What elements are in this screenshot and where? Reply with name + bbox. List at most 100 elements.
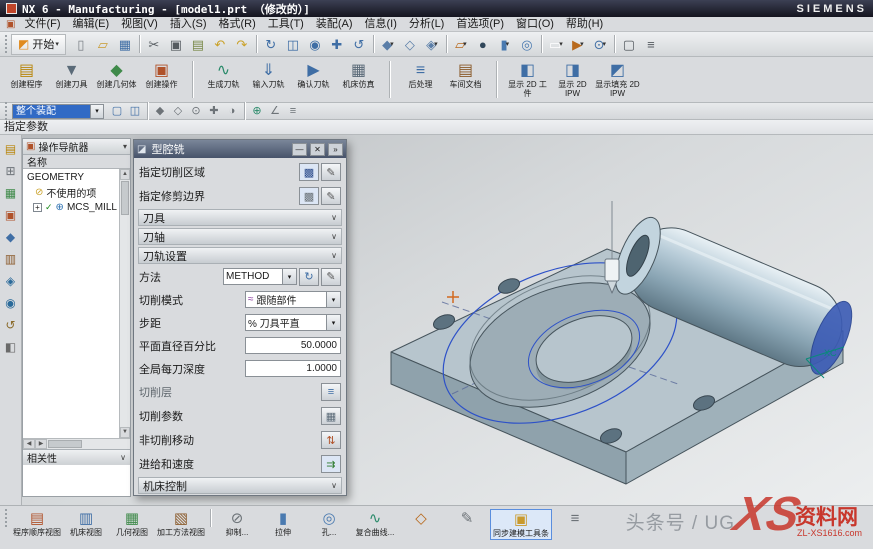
wcs-toggle-button[interactable]: ⊕ xyxy=(248,104,266,119)
window-menu-icon[interactable]: ▣ xyxy=(3,19,18,30)
edit-trim-boundary-button[interactable]: ✎ xyxy=(321,187,341,205)
postprocess-button[interactable]: ≡后处理 xyxy=(398,59,443,89)
combo-arrow-icon[interactable]: ▾ xyxy=(90,105,103,118)
menu-item-8[interactable]: 分析(L) xyxy=(403,17,450,32)
dialog-options-icon[interactable]: ◪ xyxy=(137,144,146,155)
menu-item-11[interactable]: 帮助(H) xyxy=(560,17,609,32)
save-button[interactable]: ▦ xyxy=(114,34,136,55)
tree-row-geometry-root[interactable]: GEOMETRY xyxy=(23,170,119,185)
section-chevron-icon[interactable]: ∨ xyxy=(331,251,337,260)
section-chevron-icon[interactable]: ∨ xyxy=(120,453,126,462)
percent-input[interactable]: 50.0000 xyxy=(245,337,341,354)
stepover-combo[interactable]: % 刀具平直 ▾ xyxy=(245,314,341,331)
part-navigator-button[interactable]: ▦ xyxy=(1,183,21,203)
dropdown-caret-icon[interactable]: ▾ xyxy=(559,40,563,48)
undo-button[interactable]: ↶ xyxy=(209,34,231,55)
toolbar-grip[interactable] xyxy=(5,102,8,120)
suppress-button[interactable]: ⊘抑制... xyxy=(214,509,260,538)
cutter-tool[interactable] xyxy=(605,201,619,293)
view-orient-button[interactable]: ◈▾ xyxy=(421,34,443,55)
method-combo[interactable]: METHOD ▾ xyxy=(223,268,297,285)
roles-button[interactable]: ◧ xyxy=(1,337,21,357)
dropdown-caret-icon[interactable]: ▾ xyxy=(580,40,584,48)
more-tools-button[interactable]: ≡ xyxy=(552,509,598,529)
select-within-button[interactable]: ◫ xyxy=(126,104,144,119)
more-commands-button[interactable]: ≡ xyxy=(640,34,662,55)
create-program-button[interactable]: ▤创建程序 xyxy=(4,59,49,89)
menu-item-3[interactable]: 插入(S) xyxy=(164,17,213,32)
scroll-right-icon[interactable]: ▶ xyxy=(35,439,47,449)
method-inherit-button[interactable]: ↻ xyxy=(299,268,319,286)
history-button[interactable]: ↺ xyxy=(1,315,21,335)
paste-button[interactable]: ▤ xyxy=(187,34,209,55)
machine-simulation-button[interactable]: ▦机床仿真 xyxy=(336,59,381,89)
hole-feature-button[interactable]: ◎ xyxy=(516,34,538,55)
create-tool-button[interactable]: ▼创建刀具 xyxy=(49,59,94,89)
feeds-button[interactable]: ⇉ xyxy=(321,455,341,473)
create-geometry-button[interactable]: ◆创建几何体 xyxy=(94,59,139,89)
menu-item-5[interactable]: 工具(T) xyxy=(262,17,310,32)
snap-intersection-button[interactable]: ✚ xyxy=(205,104,223,119)
constraint-navigator-button[interactable]: ⊞ xyxy=(1,161,21,181)
start-button[interactable]: ◩ 开始 ▾ xyxy=(11,34,66,55)
program-order-view-button[interactable]: ▤程序顺序视图 xyxy=(11,509,63,538)
navigator-pin-icon[interactable]: ▾ xyxy=(123,142,127,151)
sketch-button[interactable]: ✎ xyxy=(444,509,490,529)
combo-arrow-icon[interactable]: ▾ xyxy=(326,292,340,307)
redo-button[interactable]: ↷ xyxy=(231,34,253,55)
show-filled-2d-ipw-button[interactable]: ◩显示填充 2D IPW xyxy=(595,59,640,98)
tree-row-unused-items[interactable]: ⊘不使用的项 xyxy=(23,185,119,200)
operation-navigator-button[interactable]: ▣ xyxy=(1,205,21,225)
measure-angle-button[interactable]: ∠ xyxy=(266,104,284,119)
dependencies-section-header[interactable]: 相关性 ∨ xyxy=(23,449,130,464)
create-operation-button[interactable]: ▣创建操作 xyxy=(139,59,184,89)
dialog-close-button[interactable]: ✕ xyxy=(310,143,325,156)
web-browser-button[interactable]: ◉ xyxy=(1,293,21,313)
menu-item-2[interactable]: 视图(V) xyxy=(115,17,164,32)
vertical-scrollbar[interactable]: ▲ ▼ xyxy=(119,169,130,438)
snap-midpoint-button[interactable]: ◇ xyxy=(169,104,187,119)
scroll-down-icon[interactable]: ▼ xyxy=(120,427,130,438)
menu-item-6[interactable]: 装配(A) xyxy=(310,17,359,32)
cut-pattern-combo[interactable]: ≈ 跟随部件 ▾ xyxy=(245,291,341,308)
dialog-expand-icon[interactable]: » xyxy=(328,143,343,156)
synchronous-modeling-button[interactable]: ▣同步建模工具条 xyxy=(490,509,552,540)
machine-tool-view-button[interactable]: ▥机床视图 xyxy=(63,509,109,538)
cut-params-button[interactable]: ▦ xyxy=(321,407,341,425)
machining-method-view-button[interactable]: ▧加工方法视图 xyxy=(155,509,207,538)
general-select-button[interactable]: ▢ xyxy=(108,104,126,119)
tool-section-header[interactable]: 刀具 ∨ xyxy=(138,209,342,226)
combo-arrow-icon[interactable]: ▾ xyxy=(326,315,340,330)
horizontal-scrollbar[interactable]: ◀ ▶ xyxy=(23,438,130,449)
open-button[interactable]: ▱ xyxy=(92,34,114,55)
dropdown-caret-icon[interactable]: ▾ xyxy=(506,40,510,48)
dialog-titlebar[interactable]: ◪ 型腔铣 — ✕ » xyxy=(134,140,346,158)
show-2d-ipw-button[interactable]: ◨显示 2D IPW xyxy=(550,59,595,98)
reuse-library-button[interactable]: ▥ xyxy=(1,249,21,269)
cut-button[interactable]: ✂ xyxy=(143,34,165,55)
dropdown-caret-icon[interactable]: ▾ xyxy=(55,40,59,48)
menu-item-0[interactable]: 文件(F) xyxy=(18,17,66,32)
scroll-left-icon[interactable]: ◀ xyxy=(23,439,35,449)
hd3d-tools-button[interactable]: ◈ xyxy=(1,271,21,291)
wireframe-display-button[interactable]: ◇ xyxy=(399,34,421,55)
composite-curve-button[interactable]: ∿复合曲线... xyxy=(352,509,398,538)
snap-endpoint-button[interactable]: ◆ xyxy=(151,104,169,119)
copy-button[interactable]: ▣ xyxy=(165,34,187,55)
geometry-view-button[interactable]: ▦几何视图 xyxy=(109,509,155,538)
extrude-button[interactable]: ▮▾ xyxy=(494,34,516,55)
method-edit-button[interactable]: ✎ xyxy=(321,268,341,286)
menu-item-7[interactable]: 信息(I) xyxy=(359,17,403,32)
machining-wizard-button[interactable]: ◆ xyxy=(1,227,21,247)
select-cut-area-button[interactable]: ▩ xyxy=(299,163,319,181)
scroll-thumb[interactable] xyxy=(121,181,129,215)
navigator-header[interactable]: ▣ 操作导航器 ▾ xyxy=(23,139,130,155)
scroll-thumb[interactable] xyxy=(48,440,82,448)
edit-cut-area-button[interactable]: ✎ xyxy=(321,163,341,181)
toolbar-grip[interactable] xyxy=(5,35,8,53)
snap-quadrant-button[interactable]: ◑ xyxy=(223,104,241,119)
verify-toolpath-button[interactable]: ▶确认刀轨 xyxy=(291,59,336,89)
dropdown-caret-icon[interactable]: ▾ xyxy=(603,40,607,48)
menu-item-10[interactable]: 窗口(O) xyxy=(510,17,560,32)
section-chevron-icon[interactable]: ∨ xyxy=(331,213,337,222)
